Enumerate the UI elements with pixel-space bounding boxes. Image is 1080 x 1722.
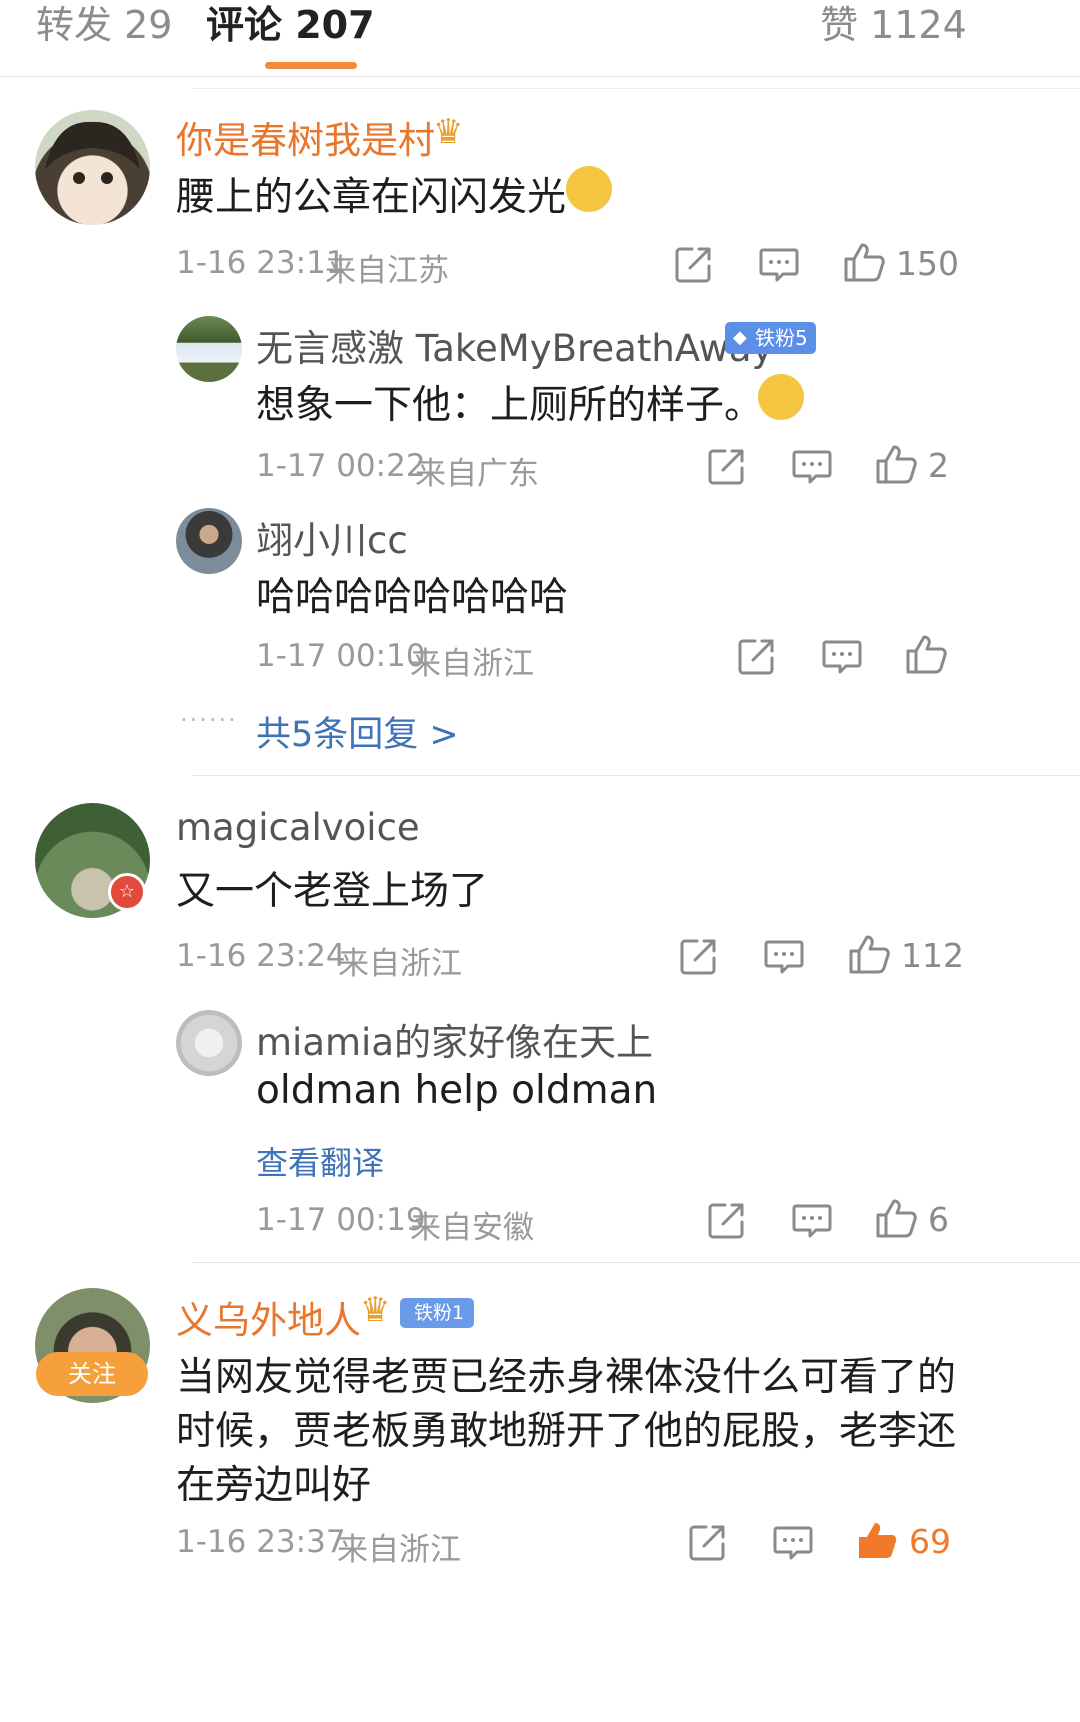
reply-text: 哈哈哈哈哈哈哈哈 <box>256 575 569 620</box>
username[interactable]: miamia的家好像在天上 <box>256 1012 653 1066</box>
comment-text-line: 时候，贾老板勇敢地掰开了他的屁股，老李还 <box>176 1409 957 1454</box>
username[interactable]: magicalvoice <box>176 806 420 849</box>
ellipsis-dots: ······ <box>180 706 238 734</box>
share-icon[interactable] <box>735 634 779 678</box>
crown-icon: ♛ <box>360 1290 391 1330</box>
divider <box>192 1262 1080 1263</box>
avatar[interactable] <box>176 508 242 574</box>
comment-text-line: 当网友觉得老贾已经赤身裸体没什么可看了的 <box>176 1355 957 1400</box>
like-count: 112 <box>901 936 964 975</box>
tab-comments[interactable]: 评论 207 <box>206 0 375 49</box>
comment-time: 1-16 23:24 <box>176 938 346 974</box>
active-tab-indicator <box>265 62 357 69</box>
comment-location: 来自江苏 <box>325 253 449 289</box>
reply-location: 来自浙江 <box>410 646 534 682</box>
comment-time: 1-16 23:11 <box>176 245 346 281</box>
username[interactable]: 你是春树我是村 <box>176 110 435 164</box>
username[interactable]: 无言感激 TakeMyBreathAway <box>256 318 773 372</box>
like-icon[interactable] <box>874 442 918 486</box>
reply-location: 来自广东 <box>415 456 539 492</box>
divider <box>192 775 1080 776</box>
header-divider <box>0 76 1080 77</box>
like-icon[interactable] <box>904 632 948 676</box>
reply-icon[interactable] <box>771 1520 815 1564</box>
emoji-666-icon <box>566 166 612 212</box>
comment-location: 来自浙江 <box>337 1532 461 1568</box>
share-icon[interactable] <box>686 1520 730 1564</box>
badge-label: 铁粉5 <box>755 326 808 350</box>
fan-badge: 铁粉1 <box>400 1298 475 1328</box>
badge-label: 铁粉1 <box>414 1302 465 1324</box>
reply-time: 1-17 00:19 <box>256 1202 426 1238</box>
verified-star-icon: ☆ <box>108 873 146 911</box>
follow-button[interactable]: 关注 <box>36 1352 148 1396</box>
comment-text-line: 在旁边叫好 <box>176 1463 372 1508</box>
like-count: 150 <box>896 244 959 283</box>
comment-text: 腰上的公章在闪闪发光 <box>176 175 567 220</box>
avatar[interactable] <box>35 110 150 225</box>
reply-icon[interactable] <box>762 934 806 978</box>
tab-likes[interactable]: 赞 1124 <box>820 0 967 49</box>
share-icon[interactable] <box>677 934 721 978</box>
comment-time: 1-16 23:37 <box>176 1524 346 1560</box>
like-count: 69 <box>909 1522 951 1561</box>
reply-icon[interactable] <box>790 444 834 488</box>
username[interactable]: 义乌外地人 <box>176 1290 361 1344</box>
comment-location: 来自浙江 <box>338 946 462 982</box>
avatar[interactable] <box>176 1010 242 1076</box>
comment-text: 又一个老登上场了 <box>176 869 489 914</box>
reply-location: 来自安徽 <box>410 1210 534 1246</box>
like-icon[interactable] <box>847 932 891 976</box>
diamond-icon: ◆ <box>733 327 747 348</box>
tab-reposts[interactable]: 转发 29 <box>36 0 172 49</box>
avatar[interactable] <box>176 316 242 382</box>
reply-time: 1-17 00:22 <box>256 448 426 484</box>
reply-time: 1-17 00:10 <box>256 638 426 674</box>
reply-icon[interactable] <box>757 242 801 286</box>
crown-icon: ♛ <box>433 112 464 152</box>
like-icon[interactable] <box>842 240 886 284</box>
laughing-crying-emoji-icon <box>758 374 804 420</box>
like-count: 2 <box>928 446 949 485</box>
reply-text: 想象一下他：上厕所的样子。 <box>256 383 764 428</box>
translate-link[interactable]: 查看翻译 <box>256 1138 384 1184</box>
divider <box>192 88 1080 89</box>
like-icon[interactable] <box>874 1196 918 1240</box>
fan-badge: ◆ 铁粉5 <box>725 322 816 354</box>
share-icon[interactable] <box>705 444 749 488</box>
share-icon[interactable] <box>705 1198 749 1242</box>
liked-icon[interactable] <box>855 1518 899 1562</box>
more-replies-link[interactable]: 共5条回复 > <box>256 706 459 757</box>
like-count: 6 <box>928 1200 949 1239</box>
reply-icon[interactable] <box>790 1198 834 1242</box>
reply-text: oldman help oldman <box>256 1068 658 1113</box>
username[interactable]: 翊小川cc <box>256 510 408 564</box>
reply-icon[interactable] <box>820 634 864 678</box>
share-icon[interactable] <box>672 242 716 286</box>
